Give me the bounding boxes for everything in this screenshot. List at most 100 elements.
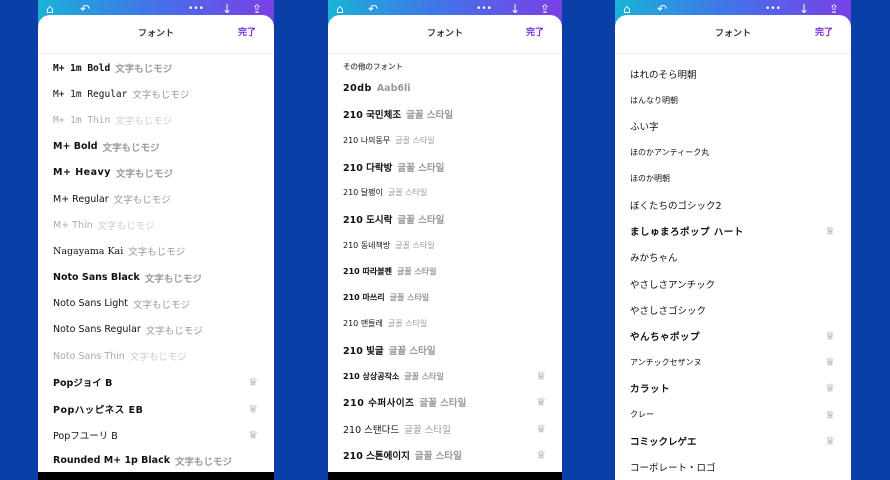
font-list-item[interactable]: はんなり明朝 [615,87,851,113]
done-button[interactable]: 完了 [526,25,544,38]
font-name: やさしさゴシック [630,305,707,317]
font-list-item[interactable]: 210 스탠다드 글꼴 스타일 ♛ [328,415,562,441]
font-list-item[interactable]: やんちゃポップ ♛ [615,323,851,349]
font-name: みかちゃん [630,253,678,265]
font-list-item[interactable]: M+ Heavy 文字もじモジ [38,160,274,186]
font-name: 210 따라볼펜 [343,266,392,276]
font-name: 210 스톤에이지 [343,450,410,462]
font-list-item[interactable]: M+ Thin 文字もじモジ [38,212,274,238]
font-sample-text: 文字もじモジ [113,195,171,207]
crown-icon: ♛ [248,402,258,416]
font-list-item[interactable]: M+ Bold 文字もじモジ [38,134,274,160]
font-list-item[interactable]: アンチックセザンヌ ♛ [615,349,851,375]
font-list-item[interactable]: 210 수퍼사이즈 글꼴 스타일 ♛ [328,389,562,415]
font-list-item[interactable]: 210 도시락 글꼴 스타일 [328,206,562,232]
font-sample-text: 글꼴 스타일 [404,371,444,381]
font-list-item[interactable]: M+ 1m Bold 文字もじモジ [38,55,274,81]
font-list-item[interactable]: 210 다락방 글꼴 스타일 [328,154,562,180]
font-list-item[interactable]: 210 스톤에이지 글꼴 스타일 ♛ [328,442,562,468]
font-name: M+ Heavy [53,167,111,179]
font-name: やんちゃポップ [630,331,701,343]
font-name: Rounded M+ 1p Black [53,455,171,467]
font-list-item[interactable]: Noto Sans Light 文字もじモジ [38,291,274,317]
font-sample-text: 文字もじモジ [144,273,202,285]
font-list-item[interactable]: コーポレート・ロゴ [615,454,851,480]
font-name: Popフユーリ B [53,430,118,442]
crown-icon: ♛ [825,434,835,448]
font-list-item[interactable]: 210 빛글 글꼴 스타일 [328,337,562,363]
font-sample-text: 글꼴 스타일 [388,345,436,357]
font-list-item[interactable]: M+ Regular 文字もじモジ [38,186,274,212]
font-name: コミックレゲエ [630,436,697,448]
font-list-item[interactable]: ましゅまろポップ ハート ♛ [615,218,851,244]
sheet-header: フォント 完了 [615,15,851,54]
font-list-item[interactable]: 210 따라볼펜 글꼴 스타일 [328,258,562,284]
phone-screen-middle: ⌂ ↶ ••• ↓ ⇪ フォント 完了 その他のフォント 20db Aab6li 2… [328,0,562,480]
font-sample-text: 글꼴 스타일 [396,266,437,276]
font-sample-text: 글꼴 스타일 [406,110,454,122]
done-button[interactable]: 完了 [238,25,256,38]
font-list-item[interactable]: Popジョイ B ♛ [38,369,274,395]
done-button[interactable]: 完了 [815,25,833,38]
font-list-item[interactable]: みかちゃん [615,244,851,270]
font-list-item[interactable]: 210 나의동무 글꼴 스타일 [328,127,562,153]
font-list-item[interactable]: Noto Sans Black 文字もじモジ [38,265,274,291]
font-name: Nagayama Kai [53,245,124,257]
font-list-item[interactable]: 210 마쓰리 글꼴 스타일 [328,285,562,311]
crown-icon: ♛ [825,381,835,395]
font-list-item[interactable]: Noto Sans Thin 文字もじモジ [38,343,274,369]
font-list-item[interactable]: 210 달팽이 글꼴 스타일 [328,180,562,206]
font-list-item[interactable]: M+ 1m Thin 文字もじモジ [38,107,274,133]
font-list-item[interactable]: 210 상상공작소 글꼴 스타일 ♛ [328,363,562,389]
font-list-item[interactable]: ふい字 [615,113,851,139]
font-list-item[interactable]: ほのか明朝 [615,166,851,192]
sheet-header: フォント 完了 [38,15,274,54]
font-list-item[interactable]: Noto Sans Regular 文字もじモジ [38,317,274,343]
font-list-item[interactable]: ぼくたちのゴシック2 [615,192,851,218]
font-sheet: フォント 完了 その他のフォント 20db Aab6li 210 국민체조 글꼴 스타… [328,15,562,480]
font-list-item[interactable]: ほのかアンティーク丸 [615,140,851,166]
crown-icon: ♛ [248,375,258,389]
font-list-item[interactable]: 210 맨들레 글꼴 스타일 [328,311,562,337]
phone-screen-right: ⌂ ↶ ••• ↓ ⇪ フォント 完了 はれのそら明朝 はんなり明朝 ふい字 ほのかア… [615,0,851,480]
bottom-bar [328,472,562,480]
font-name: はれのそら明朝 [630,70,697,82]
font-name: 210 상상공작소 [343,371,400,381]
font-list-item[interactable]: Rounded M+ 1p Black 文字もじモジ [38,448,274,474]
font-sample-text: 글꼴 스타일 [397,215,445,227]
font-list: M+ 1m Bold 文字もじモジ M+ 1m Regular 文字もじモジ M+ 1m… [38,55,274,480]
font-name: Noto Sans Thin [53,350,125,362]
font-list-item[interactable]: コミックレゲエ ♛ [615,428,851,454]
font-list-item[interactable]: クレー ♛ [615,401,851,427]
font-list-item[interactable]: カラット ♛ [615,375,851,401]
font-list-item[interactable]: はれのそら明朝 [615,61,851,87]
font-sample-text: 文字もじモジ [175,456,233,468]
font-list-item[interactable]: やさしさアンチック [615,271,851,297]
font-sample-text: Aab6li [376,82,411,94]
font-list-item[interactable]: Nagayama Kai 文字もじモジ [38,238,274,264]
font-name: ふい字 [630,122,659,134]
font-name: ほのかアンティーク丸 [630,148,710,158]
font-list-item[interactable]: やさしさゴシック [615,297,851,323]
font-name: 210 마쓰리 [343,293,385,303]
font-sample-text: 文字もじモジ [129,352,187,364]
font-list-item[interactable]: 210 동네책방 글꼴 스타일 [328,232,562,258]
font-name: 210 스탠다드 [343,424,400,436]
font-list: その他のフォント 20db Aab6li 210 국민체조 글꼴 스타일 210 나의동… [328,59,562,480]
crown-icon: ♛ [825,408,835,422]
font-sheet: フォント 完了 M+ 1m Bold 文字もじモジ M+ 1m Regular 文字も… [38,15,274,480]
font-list-item[interactable]: Popフユーリ B ♛ [38,422,274,448]
font-sample-text: 글꼴 스타일 [389,293,430,303]
font-list-item[interactable]: 20db Aab6li [328,75,562,101]
font-sample-text: 文字もじモジ [133,299,191,311]
font-name: クレー [630,410,654,420]
font-list-item[interactable]: 210 국민체조 글꼴 스타일 [328,101,562,127]
font-name: 210 맨들레 [343,319,383,329]
section-label-other-fonts: その他のフォント [343,62,403,71]
font-sample-text: 글꼴 스타일 [414,450,462,462]
font-sample-text: 文字もじモジ [102,142,160,154]
font-name: やさしさアンチック [630,279,716,291]
font-list-item[interactable]: M+ 1m Regular 文字もじモジ [38,81,274,107]
font-sample-text: 文字もじモジ [145,325,203,337]
font-list-item[interactable]: Popハッピネス EB ♛ [38,395,274,421]
